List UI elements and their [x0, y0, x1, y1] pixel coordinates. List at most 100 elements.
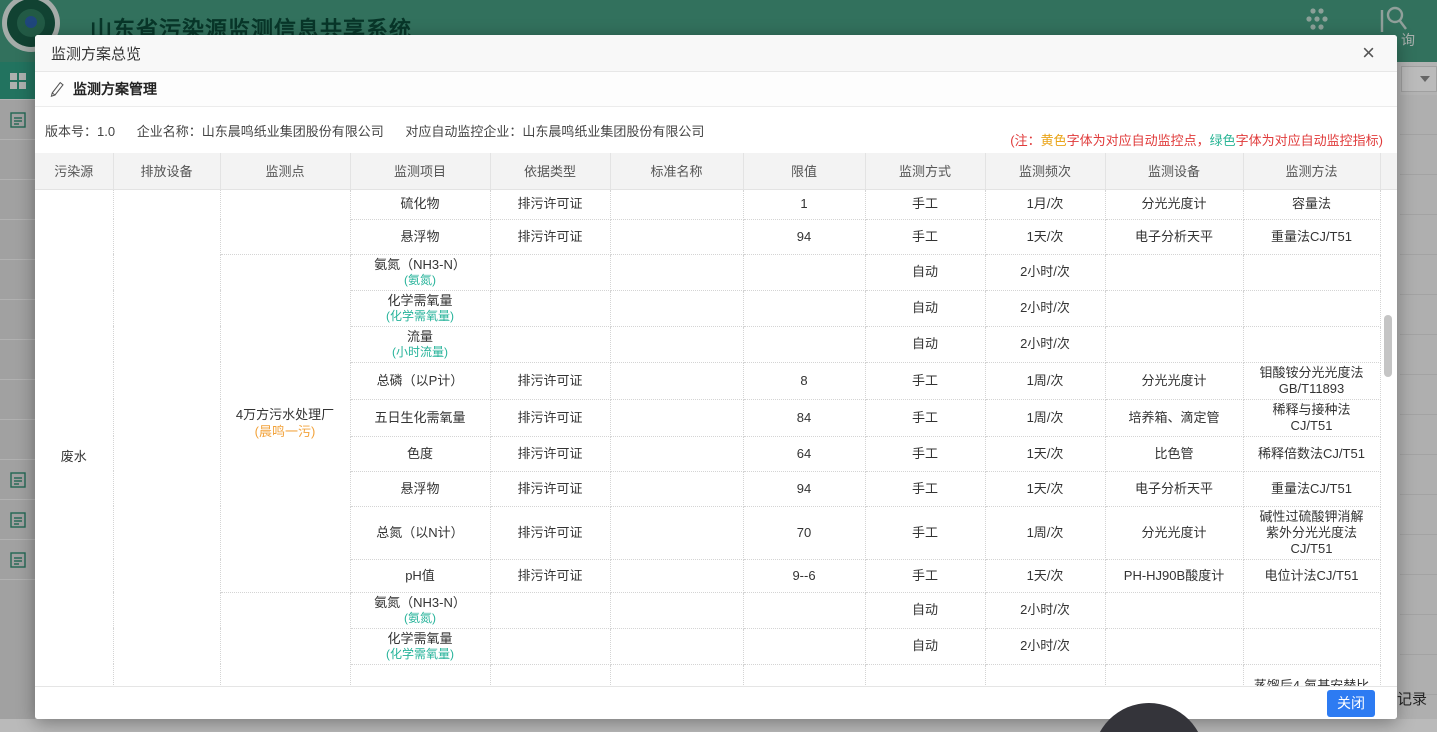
cell-limit-value: [743, 326, 865, 362]
cell-monitor-mode: 手工: [865, 189, 985, 219]
cell-monitor-item: 化学需氧量(化学需氧量): [350, 628, 490, 664]
cell-monitor-device: 培养箱、滴定管: [1105, 399, 1243, 436]
cell-basis-type: [490, 326, 610, 362]
cell-limit-value: 1: [743, 664, 865, 686]
cell-standard-name: [610, 664, 743, 686]
cell-monitor-method: 重量法CJ/T51: [1243, 471, 1380, 506]
cell-monitor-point: 4万方污水处理厂(晨鸣一污): [220, 254, 350, 592]
cell-monitor-device: [1105, 628, 1243, 664]
column-header: 监测方法: [1243, 153, 1380, 189]
cell-basis-type: 排污许可证: [490, 559, 610, 592]
cell-basis-type: [490, 254, 610, 290]
cell-monitor-frequency: 1天/次: [985, 436, 1105, 471]
cell-monitor-device: 分光光度计: [1105, 362, 1243, 399]
cell-monitor-mode: 手工: [865, 664, 985, 686]
company-value: 山东晨鸣纸业集团股份有限公司: [202, 124, 384, 139]
plan-meta: 版本号：1.0 企业名称：山东晨鸣纸业集团股份有限公司 对应自动监控企业：山东晨…: [45, 121, 722, 140]
cell-standard-name: [610, 362, 743, 399]
cell-monitor-item: pH值: [350, 559, 490, 592]
close-button[interactable]: 关闭: [1327, 690, 1375, 717]
cell-monitor-method: [1243, 254, 1380, 290]
column-header: 依据类型: [490, 153, 610, 189]
close-icon[interactable]: ×: [1356, 42, 1381, 64]
cell-limit-value: 1: [743, 189, 865, 219]
cell-monitor-frequency: 1天/次: [985, 219, 1105, 254]
cell-limit-value: [743, 254, 865, 290]
table-row: 氨氮（NH3-N）(氨氮)自动2小时/次: [35, 592, 1397, 628]
cell-monitor-device: 分光光度计: [1105, 664, 1243, 686]
table-row: 废水硫化物排污许可证1手工1月/次分光光度计容量法: [35, 189, 1397, 219]
plan-table-container: 污染源排放设备监测点监测项目依据类型标准名称限值监测方式监测频次监测设备监测方法…: [35, 153, 1397, 686]
cell-standard-name: [610, 399, 743, 436]
cell-monitor-item: 流量(小时流量): [350, 326, 490, 362]
cell-standard-name: [610, 628, 743, 664]
cell-monitor-frequency: 1月/次: [985, 189, 1105, 219]
plan-table: 污染源排放设备监测点监测项目依据类型标准名称限值监测方式监测频次监测设备监测方法…: [35, 153, 1397, 686]
cell-monitor-frequency: 1天/次: [985, 559, 1105, 592]
cell-monitor-method: 蒸馏后4-氨基安替比 林分光光度法: [1243, 664, 1380, 686]
color-legend-note: (注：黄色字体为对应自动监控点，绿色字体为对应自动监控指标): [1010, 130, 1387, 149]
vertical-scrollbar-thumb[interactable]: [1384, 315, 1392, 377]
column-header: 监测项目: [350, 153, 490, 189]
cell-monitor-frequency: 2小时/次: [985, 254, 1105, 290]
cell-monitor-method: 容量法: [1243, 189, 1380, 219]
cell-basis-type: 排污许可证: [490, 189, 610, 219]
cell-monitor-mode: 自动: [865, 592, 985, 628]
cell-monitor-mode: 手工: [865, 219, 985, 254]
cell-monitor-method: 稀释与接种法 CJ/T51: [1243, 399, 1380, 436]
cell-monitor-method: 钼酸铵分光光度法 GB/T11893: [1243, 362, 1380, 399]
cell-standard-name: [610, 326, 743, 362]
cell-monitor-device: 分光光度计: [1105, 189, 1243, 219]
cell-basis-type: 排污许可证: [490, 362, 610, 399]
cell-basis-type: [490, 290, 610, 326]
cell-monitor-mode: 自动: [865, 628, 985, 664]
cell-monitor-method: [1243, 628, 1380, 664]
cell-monitor-device: PH-HJ90B酸度计: [1105, 559, 1243, 592]
cell-basis-type: [490, 628, 610, 664]
cell-monitor-device: 分光光度计: [1105, 506, 1243, 559]
auto-company-value: 山东晨鸣纸业集团股份有限公司: [522, 124, 704, 139]
cell-monitor-device: 比色管: [1105, 436, 1243, 471]
column-header: 监测点: [220, 153, 350, 189]
column-header: 限值: [743, 153, 865, 189]
cell-monitor-device: 电子分析天平: [1105, 471, 1243, 506]
cell-monitor-point: [220, 189, 350, 254]
cell-monitor-device: [1105, 326, 1243, 362]
cell-monitor-item: 总磷（以P计）: [350, 362, 490, 399]
cell-monitor-item: 总氮（以N计）: [350, 506, 490, 559]
cell-monitor-method: 电位计法CJ/T51: [1243, 559, 1380, 592]
cell-standard-name: [610, 592, 743, 628]
cell-standard-name: [610, 506, 743, 559]
cell-monitor-frequency: 1月/次: [985, 664, 1105, 686]
cell-monitor-frequency: 2小时/次: [985, 628, 1105, 664]
table-cell: [1380, 189, 1397, 686]
cell-emission-device: [113, 189, 220, 686]
cell-monitor-device: 电子分析天平: [1105, 219, 1243, 254]
cell-monitor-method: [1243, 290, 1380, 326]
cell-standard-name: [610, 189, 743, 219]
cell-monitor-item: 悬浮物: [350, 471, 490, 506]
cell-standard-name: [610, 559, 743, 592]
cell-monitor-item: 硫化物: [350, 189, 490, 219]
cell-monitor-item: 氨氮（NH3-N）(氨氮): [350, 254, 490, 290]
cell-monitor-mode: 自动: [865, 254, 985, 290]
cell-monitor-item: 挥发酚: [350, 664, 490, 686]
modal-header: 监测方案总览 ×: [35, 35, 1397, 72]
cell-monitor-mode: 手工: [865, 559, 985, 592]
plan-table-body: 废水硫化物排污许可证1手工1月/次分光光度计容量法悬浮物排污许可证94手工1天/…: [35, 189, 1397, 686]
section-bar: 监测方案管理: [35, 72, 1397, 107]
cell-limit-value: [743, 592, 865, 628]
cell-monitor-frequency: 1天/次: [985, 471, 1105, 506]
column-header: 排放设备: [113, 153, 220, 189]
cell-pollution-source: 废水: [35, 189, 113, 686]
cell-monitor-mode: 手工: [865, 506, 985, 559]
column-header: 标准名称: [610, 153, 743, 189]
cell-limit-value: 94: [743, 219, 865, 254]
modal-title: 监测方案总览: [51, 43, 141, 64]
cell-monitor-mode: 手工: [865, 436, 985, 471]
cell-monitor-frequency: 2小时/次: [985, 290, 1105, 326]
cell-monitor-method: 碱性过硫酸钾消解 紫外分光光度法 CJ/T51: [1243, 506, 1380, 559]
cell-limit-value: 9--6: [743, 559, 865, 592]
cell-standard-name: [610, 254, 743, 290]
cell-basis-type: 排污许可证: [490, 471, 610, 506]
